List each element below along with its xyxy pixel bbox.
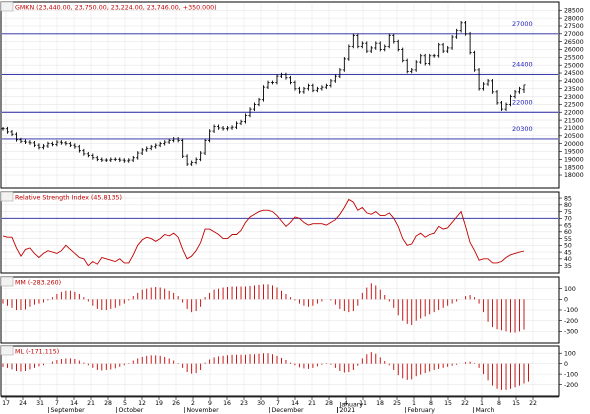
x-tick-label: 7 — [276, 400, 280, 407]
level-label: 24400 — [512, 61, 533, 69]
y-tick-label: 0 — [564, 361, 568, 368]
x-tick-label: 31 — [36, 400, 44, 407]
month-label: September — [51, 407, 86, 414]
month-label: March — [476, 407, 495, 414]
x-tick-label: 16 — [223, 400, 231, 407]
x-tick-label: 28 — [104, 400, 112, 407]
y-tick-label: 23500 — [564, 86, 584, 93]
y-tick-label: 21500 — [564, 117, 584, 124]
y-tick-label: 28000 — [564, 15, 584, 22]
y-tick-label: 75 — [564, 209, 572, 216]
ml-panel-menu-icon[interactable] — [0, 345, 14, 356]
y-tick-label: 28500 — [564, 7, 584, 14]
y-tick-label: 27500 — [564, 23, 584, 30]
x-tick-label: 15 — [512, 400, 520, 407]
y-tick-label: 22500 — [564, 102, 584, 109]
y-tick-label: 85 — [564, 195, 572, 202]
y-tick-label: 27000 — [564, 31, 584, 38]
x-tick-label: 17 — [2, 400, 10, 407]
month-label: October — [119, 407, 144, 414]
price-panel: 27000 24400 22000 20300 1800018500190001950… — [0, 1, 584, 189]
x-tick-label: 14 — [291, 400, 299, 407]
y-tick-label: 70 — [564, 216, 572, 223]
month-label: November — [187, 407, 220, 414]
y-tick-label: 20500 — [564, 133, 584, 140]
x-tick-label: 12 — [138, 400, 146, 407]
mm-panel-title: MM (-283.260) — [15, 280, 61, 287]
price-panel-menu-icon[interactable] — [0, 1, 14, 12]
y-tick-label: 25500 — [564, 55, 584, 62]
y-tick-label: 100 — [564, 350, 576, 357]
level-label: 27000 — [512, 20, 533, 28]
y-tick-label: 18500 — [564, 164, 584, 171]
month-label: January — [339, 402, 364, 409]
rsi-panel: 3540455055606570758085 Relative Strength… — [0, 191, 572, 274]
month-label: February — [408, 407, 436, 414]
level-label: 20300 — [512, 125, 533, 133]
y-tick-label: 26500 — [564, 39, 584, 46]
mm-panel-menu-icon[interactable] — [0, 276, 14, 287]
x-tick-label: 9 — [208, 400, 212, 407]
price-panel-frame — [0, 1, 560, 189]
x-tick-label: 8 — [497, 400, 501, 407]
rsi-panel-menu-icon[interactable] — [0, 191, 14, 202]
y-tick-label: 20000 — [564, 141, 584, 148]
y-tick-label: 55 — [564, 236, 572, 243]
y-tick-label: 22000 — [564, 109, 584, 116]
y-tick-label: 0 — [564, 297, 568, 304]
y-tick-label: 19000 — [564, 157, 584, 164]
x-tick-label: 28 — [325, 400, 333, 407]
ml-panel: 100 0 -100 -200 ML (-171.115) — [0, 345, 578, 397]
y-tick-label: 26000 — [564, 47, 584, 54]
x-tick-label: 7 — [55, 400, 59, 407]
x-tick-label: 30 — [257, 400, 265, 407]
y-tick-label: 60 — [564, 229, 572, 236]
y-tick-label: 35 — [564, 263, 572, 270]
x-tick-label: 1 — [480, 400, 484, 407]
x-tick-label: 24 — [19, 400, 27, 407]
x-tick-label: 18 — [376, 400, 384, 407]
x-tick-label: 25 — [393, 400, 401, 407]
y-tick-label: -100 — [564, 371, 578, 378]
y-tick-label: 23000 — [564, 94, 584, 101]
x-tick-label: 2 — [191, 400, 195, 407]
y-tick-label: 19500 — [564, 149, 584, 156]
x-tick-label: 5 — [123, 400, 127, 407]
y-tick-label: 18000 — [564, 172, 584, 179]
y-tick-label: 24500 — [564, 70, 584, 77]
x-tick-label: 8 — [429, 400, 433, 407]
y-tick-label: 25000 — [564, 62, 584, 69]
y-tick-label: 24000 — [564, 78, 584, 85]
mm-panel: 100 0 -100 -200 -300 MM (-283.260) — [0, 276, 578, 344]
x-tick-label: 14 — [70, 400, 78, 407]
month-label: December — [272, 407, 305, 414]
x-tick-label: 1 — [412, 400, 416, 407]
x-tick-label: 26 — [172, 400, 180, 407]
x-tick-label: 15 — [444, 400, 452, 407]
y-tick-label: 100 — [564, 286, 576, 293]
stock-chart: 27000244002200020300 1800018500190001950… — [0, 0, 590, 414]
x-tick-label: 21 — [308, 400, 316, 407]
ml-panel-title: ML (-171.115) — [15, 349, 59, 356]
y-tick-label: 80 — [564, 202, 572, 209]
x-tick-label: 22 — [461, 400, 469, 407]
price-panel-title: GMKN (23,440.00, 23,750.00, 23,224.00, 2… — [15, 5, 217, 12]
y-tick-label: 65 — [564, 222, 572, 229]
x-tick-label: 19 — [155, 400, 163, 407]
x-tick-label: 22 — [529, 400, 537, 407]
y-tick-label: 21000 — [564, 125, 584, 132]
y-tick-label: -300 — [564, 329, 578, 336]
y-tick-label: -100 — [564, 307, 578, 314]
y-tick-label: 40 — [564, 256, 572, 263]
level-label: 22000 — [512, 98, 533, 106]
y-tick-label: -200 — [564, 318, 578, 325]
x-tick-label: 23 — [240, 400, 248, 407]
rsi-panel-title: Relative Strength Index (45.8135) — [15, 195, 122, 202]
y-tick-label: -200 — [564, 382, 578, 389]
y-tick-label: 50 — [564, 243, 572, 250]
y-tick-label: 45 — [564, 249, 572, 256]
x-tick-label: 21 — [87, 400, 95, 407]
